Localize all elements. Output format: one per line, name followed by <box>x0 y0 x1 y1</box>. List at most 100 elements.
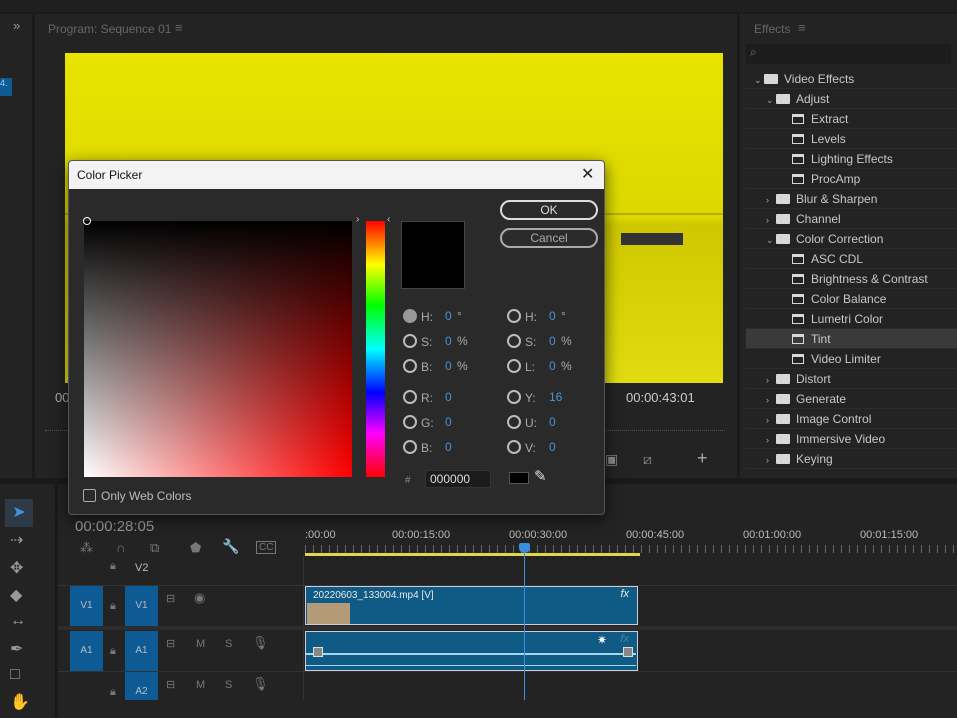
effects-item[interactable]: › Distort <box>746 369 957 389</box>
chevron-right-icon[interactable]: › <box>766 370 776 390</box>
chevron-down-icon[interactable]: ⌄ <box>766 90 776 110</box>
mute-button[interactable]: M <box>196 638 205 650</box>
chevron-right-icon[interactable]: › <box>766 450 776 470</box>
mode-radio[interactable] <box>507 440 521 454</box>
hue-slider[interactable] <box>366 221 385 477</box>
effects-item[interactable]: › Channel <box>746 209 957 229</box>
mode-radio[interactable] <box>403 440 417 454</box>
hex-input[interactable] <box>425 470 491 488</box>
sync-lock-icon[interactable]: ⊟ <box>166 592 175 605</box>
field-value[interactable]: 0 <box>445 415 452 429</box>
field-value[interactable]: 0 <box>445 390 452 404</box>
chevron-right-icon[interactable]: › <box>766 430 776 450</box>
selection-tool-icon[interactable]: ➤ <box>5 499 33 527</box>
eye-icon[interactable]: ◉ <box>194 590 205 606</box>
effects-item[interactable]: Lighting Effects <box>746 149 957 169</box>
mute-button[interactable]: M <box>196 679 205 691</box>
hue-arrow-left-icon[interactable]: › <box>356 214 359 225</box>
effects-item[interactable]: ProcAmp <box>746 169 957 189</box>
only-web-colors-checkbox[interactable] <box>83 489 96 502</box>
solo-button[interactable]: S <box>225 638 232 650</box>
effects-item[interactable]: › Immersive Video <box>746 429 957 449</box>
mode-radio[interactable] <box>507 359 521 373</box>
track-select-tool-icon[interactable]: ⇢ <box>10 530 23 550</box>
field-value[interactable]: 0 <box>549 359 556 373</box>
monitor-title[interactable]: Program: Sequence 01 <box>48 22 171 36</box>
chevron-right-icon[interactable]: › <box>766 390 776 410</box>
snap-icon[interactable]: ⁂ <box>80 540 93 556</box>
field-value[interactable]: 0 <box>549 334 556 348</box>
effects-item[interactable]: ASC CDL <box>746 249 957 269</box>
work-area-bar[interactable] <box>305 553 640 556</box>
track-target-v1[interactable]: V1 <box>125 586 158 626</box>
effects-item[interactable]: › Blur & Sharpen <box>746 189 957 209</box>
field-value[interactable]: 0 <box>445 334 452 348</box>
field-value[interactable]: 0 <box>549 440 556 454</box>
field-value[interactable]: 0 <box>445 309 452 323</box>
track-target-a2[interactable]: A2 <box>125 672 158 700</box>
chevron-right-icon[interactable]: › <box>766 190 776 210</box>
fade-handle[interactable] <box>313 647 323 657</box>
lock-icon[interactable]: 🔒︎ <box>110 560 116 573</box>
fx-badge[interactable]: fx <box>620 588 629 600</box>
mode-radio[interactable] <box>403 415 417 429</box>
pen-tool-icon[interactable]: ✒ <box>10 639 23 659</box>
mode-radio[interactable] <box>507 415 521 429</box>
solo-button[interactable]: S <box>225 679 232 691</box>
field-value[interactable]: 0 <box>549 415 556 429</box>
sync-lock-icon[interactable]: ⊟ <box>166 637 175 650</box>
field-value[interactable]: 16 <box>549 390 562 404</box>
track-target-a1[interactable]: A1 <box>125 631 158 671</box>
export-frame-icon[interactable]: ▣ <box>605 451 618 468</box>
effects-item[interactable]: Lumetri Color <box>746 309 957 329</box>
slip-tool-icon[interactable]: ↔ <box>10 612 26 630</box>
timeline-timecode[interactable]: 00:00:28:05 <box>75 518 154 535</box>
effects-item[interactable]: Color Balance <box>746 289 957 309</box>
linked-selection-icon[interactable]: ⧉ <box>150 540 159 556</box>
effects-item[interactable]: Video Limiter <box>746 349 957 369</box>
effects-item[interactable]: ⌄ Video Effects <box>746 69 957 89</box>
eyedropper-icon[interactable]: ✎ <box>534 467 547 485</box>
effects-item[interactable]: › Keying <box>746 449 957 469</box>
mode-radio[interactable] <box>403 359 417 373</box>
razor-tool-icon[interactable]: ◆ <box>10 585 22 605</box>
ok-button[interactable]: OK <box>500 200 598 220</box>
microphone-icon[interactable]: 🎙︎ <box>252 676 269 692</box>
add-button-icon[interactable]: + <box>697 448 708 469</box>
mode-radio[interactable] <box>403 309 417 323</box>
effects-item[interactable]: Levels <box>746 129 957 149</box>
field-value[interactable]: 0 <box>549 309 556 323</box>
expand-panels-icon[interactable]: » <box>13 18 20 33</box>
playhead-line[interactable] <box>524 553 525 700</box>
video-clip[interactable]: 20220603_133004.mp4 [V] fx <box>305 586 638 625</box>
only-web-colors-label[interactable]: Only Web Colors <box>101 489 191 503</box>
color-field-cursor[interactable] <box>83 217 91 225</box>
fx-badge[interactable]: fx <box>620 633 629 645</box>
effects-item[interactable]: Extract <box>746 109 957 129</box>
rectangle-tool-icon[interactable]: □ <box>10 666 20 684</box>
mode-radio[interactable] <box>507 390 521 404</box>
panel-menu-icon[interactable]: ≡ <box>798 20 806 35</box>
effects-item[interactable]: Tint <box>746 329 957 349</box>
microphone-icon[interactable]: 🎙︎ <box>252 635 269 651</box>
captions-icon[interactable]: CC <box>256 541 277 554</box>
compare-icon[interactable]: ⧄ <box>643 451 652 468</box>
field-value[interactable]: 0 <box>445 359 452 373</box>
marker-icon[interactable]: ⬟ <box>190 540 201 556</box>
playhead-handle[interactable] <box>519 543 530 553</box>
chevron-right-icon[interactable]: › <box>766 210 776 230</box>
hue-arrow-right-icon[interactable]: ‹ <box>387 214 390 225</box>
effects-item[interactable]: Brightness & Contrast <box>746 269 957 289</box>
effects-item[interactable]: ⌄ Adjust <box>746 89 957 109</box>
mode-radio[interactable] <box>507 309 521 323</box>
sync-lock-icon[interactable]: ⊟ <box>166 678 175 691</box>
mode-radio[interactable] <box>403 334 417 348</box>
mode-radio[interactable] <box>507 334 521 348</box>
saturation-brightness-field[interactable] <box>84 221 352 477</box>
effects-item[interactable]: › Image Control <box>746 409 957 429</box>
close-icon[interactable]: ✕ <box>581 164 594 184</box>
effects-item[interactable]: ⌄ Color Correction <box>746 229 957 249</box>
magnet-icon[interactable]: ∩ <box>116 540 125 555</box>
field-value[interactable]: 0 <box>445 440 452 454</box>
effects-search-input[interactable]: ⌕ <box>746 44 951 64</box>
